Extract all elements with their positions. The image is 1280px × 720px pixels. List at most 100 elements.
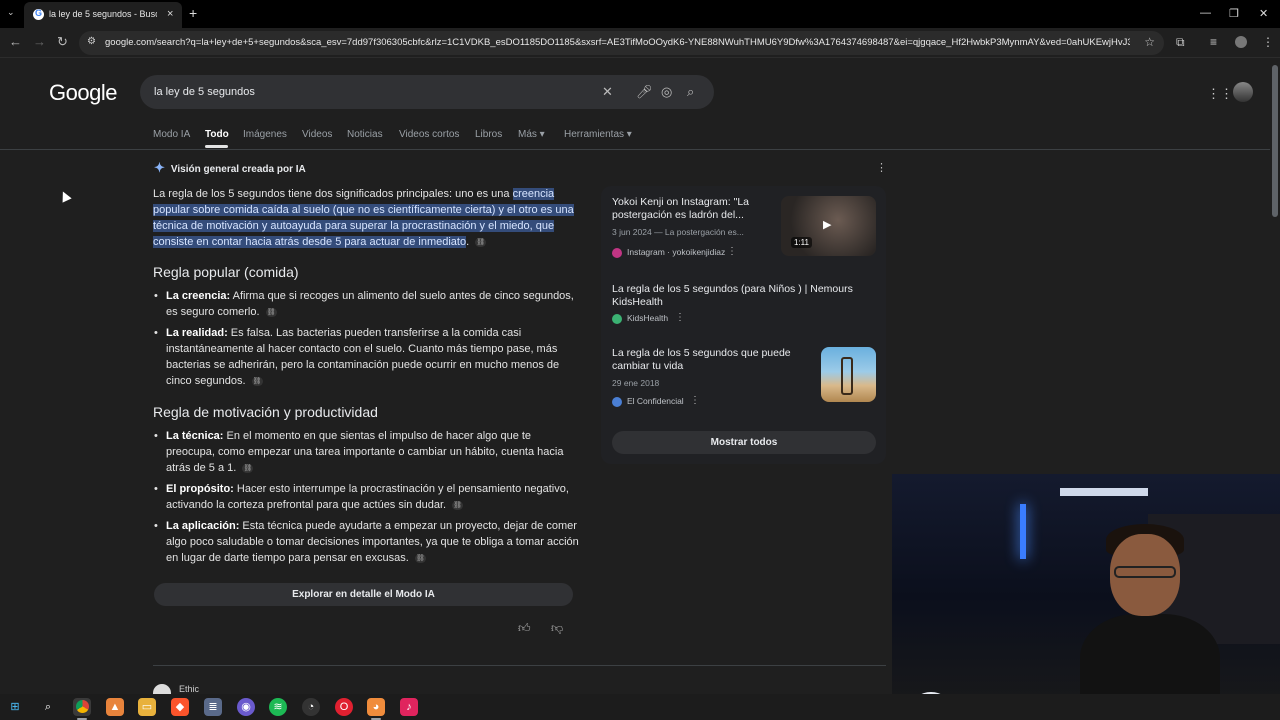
browser-tab[interactable]: la ley de 5 segundos - Buscar c × <box>24 2 182 28</box>
results-divider <box>153 665 886 666</box>
kidshealth-icon <box>612 313 622 324</box>
bookmark-star-icon[interactable]: ☆ <box>1144 35 1155 49</box>
tab-videos-cortos[interactable]: Videos cortos <box>399 129 459 140</box>
item-term: La aplicación: <box>166 520 240 532</box>
tab-libros[interactable]: Libros <box>475 129 502 140</box>
tab-modo-ia[interactable]: Modo IA <box>153 129 190 140</box>
source-site-name: Instagram · yokoikenjidiaz <box>627 247 726 257</box>
active-tab-indicator <box>205 145 228 148</box>
tab-todo[interactable]: Todo <box>205 129 229 140</box>
list-item: La aplicación: Esta técnica puede ayudar… <box>153 518 583 566</box>
tiktok-icon[interactable]: ♪ <box>400 698 418 716</box>
webcam-overlay <box>892 474 1280 720</box>
ethic-favicon-icon <box>153 684 171 694</box>
browser-menu-icon[interactable]: ⋮ <box>1262 35 1274 49</box>
next-result-site[interactable]: Ethic <box>179 684 199 694</box>
source-title[interactable]: Yokoi Kenji on Instagram: "La postergaci… <box>612 196 772 222</box>
chrome-icon[interactable] <box>73 698 91 716</box>
windows-start-icon[interactable]: ⊞ <box>6 698 24 716</box>
item-term: El propósito: <box>166 483 234 495</box>
article-thumbnail[interactable] <box>821 347 876 402</box>
citation-link-icon[interactable]: ⛓ <box>265 307 277 317</box>
video-thumbnail[interactable]: ▶ 1:11 <box>781 196 876 256</box>
minimize-button[interactable]: — <box>1200 7 1211 19</box>
source-site[interactable]: KidsHealth <box>612 313 668 324</box>
tab-herramientas[interactable]: Herramientas ▾ <box>564 129 632 140</box>
forward-button[interactable]: → <box>33 34 46 49</box>
obs-icon[interactable]: ◔ <box>302 698 320 716</box>
vlc-icon[interactable]: ▲ <box>106 698 124 716</box>
google-favicon-icon <box>33 8 44 20</box>
spotify-icon[interactable]: ≋ <box>269 698 287 716</box>
site-info-icon[interactable]: ⚙ <box>87 36 96 47</box>
source-site-name: El Confidencial <box>627 396 684 406</box>
microphone-icon[interactable]: 🎤︎ <box>636 84 653 100</box>
citation-link-icon[interactable]: ⛓ <box>475 237 487 247</box>
source-site-name: KidsHealth <box>627 313 669 323</box>
source-more-icon[interactable]: ⋮ <box>675 312 685 323</box>
mouse-cursor-icon <box>58 189 72 203</box>
opera-icon[interactable]: O <box>335 698 353 716</box>
tab-imagenes[interactable]: Imágenes <box>243 129 287 140</box>
list-item: La realidad: Es falsa. Las bacterias pue… <box>153 325 583 389</box>
item-term: La realidad: <box>166 327 228 339</box>
source-site[interactable]: Instagram · yokoikenjidiaz <box>612 247 725 258</box>
new-tab-button[interactable]: + <box>189 5 197 21</box>
shelf <box>1060 488 1148 496</box>
discord-icon[interactable]: ◉ <box>237 698 255 716</box>
list-item: La creencia: Afirma que si recoges un al… <box>153 288 583 320</box>
google-logo[interactable]: Google <box>49 80 117 106</box>
brave-icon[interactable]: ◆ <box>171 698 189 716</box>
source-more-icon[interactable]: ⋮ <box>727 246 737 257</box>
account-avatar[interactable] <box>1233 82 1253 102</box>
instagram-icon <box>612 247 622 258</box>
citation-link-icon[interactable]: ⛓ <box>251 376 263 386</box>
item-term: La creencia: <box>166 290 231 302</box>
citation-link-icon[interactable]: ⛓ <box>452 500 464 510</box>
back-button[interactable]: ← <box>9 34 22 49</box>
notepad-icon[interactable]: ≣ <box>204 698 222 716</box>
citation-link-icon[interactable]: ⛓ <box>414 553 426 563</box>
search-box[interactable]: la ley de 5 segundos ✕ 🎤︎ ◎ ⌕ <box>140 75 714 109</box>
file-explorer-icon[interactable]: ▭ <box>138 698 156 716</box>
scrollbar-thumb[interactable] <box>1272 65 1278 217</box>
media-controls-icon[interactable]: ≡ <box>1210 35 1217 49</box>
tab-noticias[interactable]: Noticias <box>347 129 383 140</box>
citation-link-icon[interactable]: ⛓ <box>242 463 254 473</box>
tab-title: la ley de 5 segundos - Buscar c <box>49 9 157 19</box>
show-all-button[interactable]: Mostrar todos <box>612 431 876 454</box>
list-item: La técnica: En el momento en que sientas… <box>153 428 583 476</box>
source-more-icon[interactable]: ⋮ <box>690 395 700 406</box>
explore-ai-mode-button[interactable]: Explorar en detalle el Modo IA <box>154 583 573 606</box>
taskbar-search-icon[interactable]: ⌕ <box>39 698 57 716</box>
reload-button[interactable]: ↻ <box>57 34 68 50</box>
section-heading-motivacion: Regla de motivación y productividad <box>153 404 378 420</box>
blue-light <box>1020 504 1026 559</box>
close-window-button[interactable]: ✕ <box>1259 7 1268 20</box>
ai-overview-more-icon[interactable]: ⋮ <box>876 161 887 174</box>
lens-icon[interactable]: ◎ <box>661 84 672 100</box>
extensions-icon[interactable]: ⧉ <box>1176 35 1185 50</box>
video-duration: 1:11 <box>791 237 812 248</box>
maximize-button[interactable]: ❐ <box>1229 7 1239 20</box>
header-divider <box>0 149 1270 150</box>
source-title[interactable]: La regla de los 5 segundos (para Niños )… <box>612 283 872 309</box>
intro-text: La regla de los 5 segundos tiene dos sig… <box>153 188 513 200</box>
profile-avatar[interactable] <box>1235 36 1247 48</box>
section-heading-comida: Regla popular (comida) <box>153 264 299 280</box>
clear-icon[interactable]: ✕ <box>602 84 613 100</box>
person-glasses <box>1114 566 1176 578</box>
search-input[interactable]: la ley de 5 segundos <box>154 86 255 98</box>
source-title[interactable]: La regla de los 5 segundos que puede cam… <box>612 347 807 373</box>
tab-mas[interactable]: Más ▾ <box>518 129 545 140</box>
tab-videos[interactable]: Videos <box>302 129 332 140</box>
omnibox[interactable]: ⚙ google.com/search?q=la+ley+de+5+segund… <box>79 31 1164 55</box>
tab-bar: ⌄ la ley de 5 segundos - Buscar c × + — … <box>0 0 1280 28</box>
source-site[interactable]: El Confidencial <box>612 396 684 407</box>
search-icon[interactable]: ⌕ <box>687 84 694 100</box>
thumbs-up-icon[interactable]: 👍︎ <box>518 621 531 636</box>
thumbs-down-icon[interactable]: 👎︎ <box>551 621 563 636</box>
tab-close-icon[interactable]: × <box>167 8 173 20</box>
tab-search-icon[interactable]: ⌄ <box>7 7 21 21</box>
app-icon[interactable]: ◕ <box>367 698 385 716</box>
